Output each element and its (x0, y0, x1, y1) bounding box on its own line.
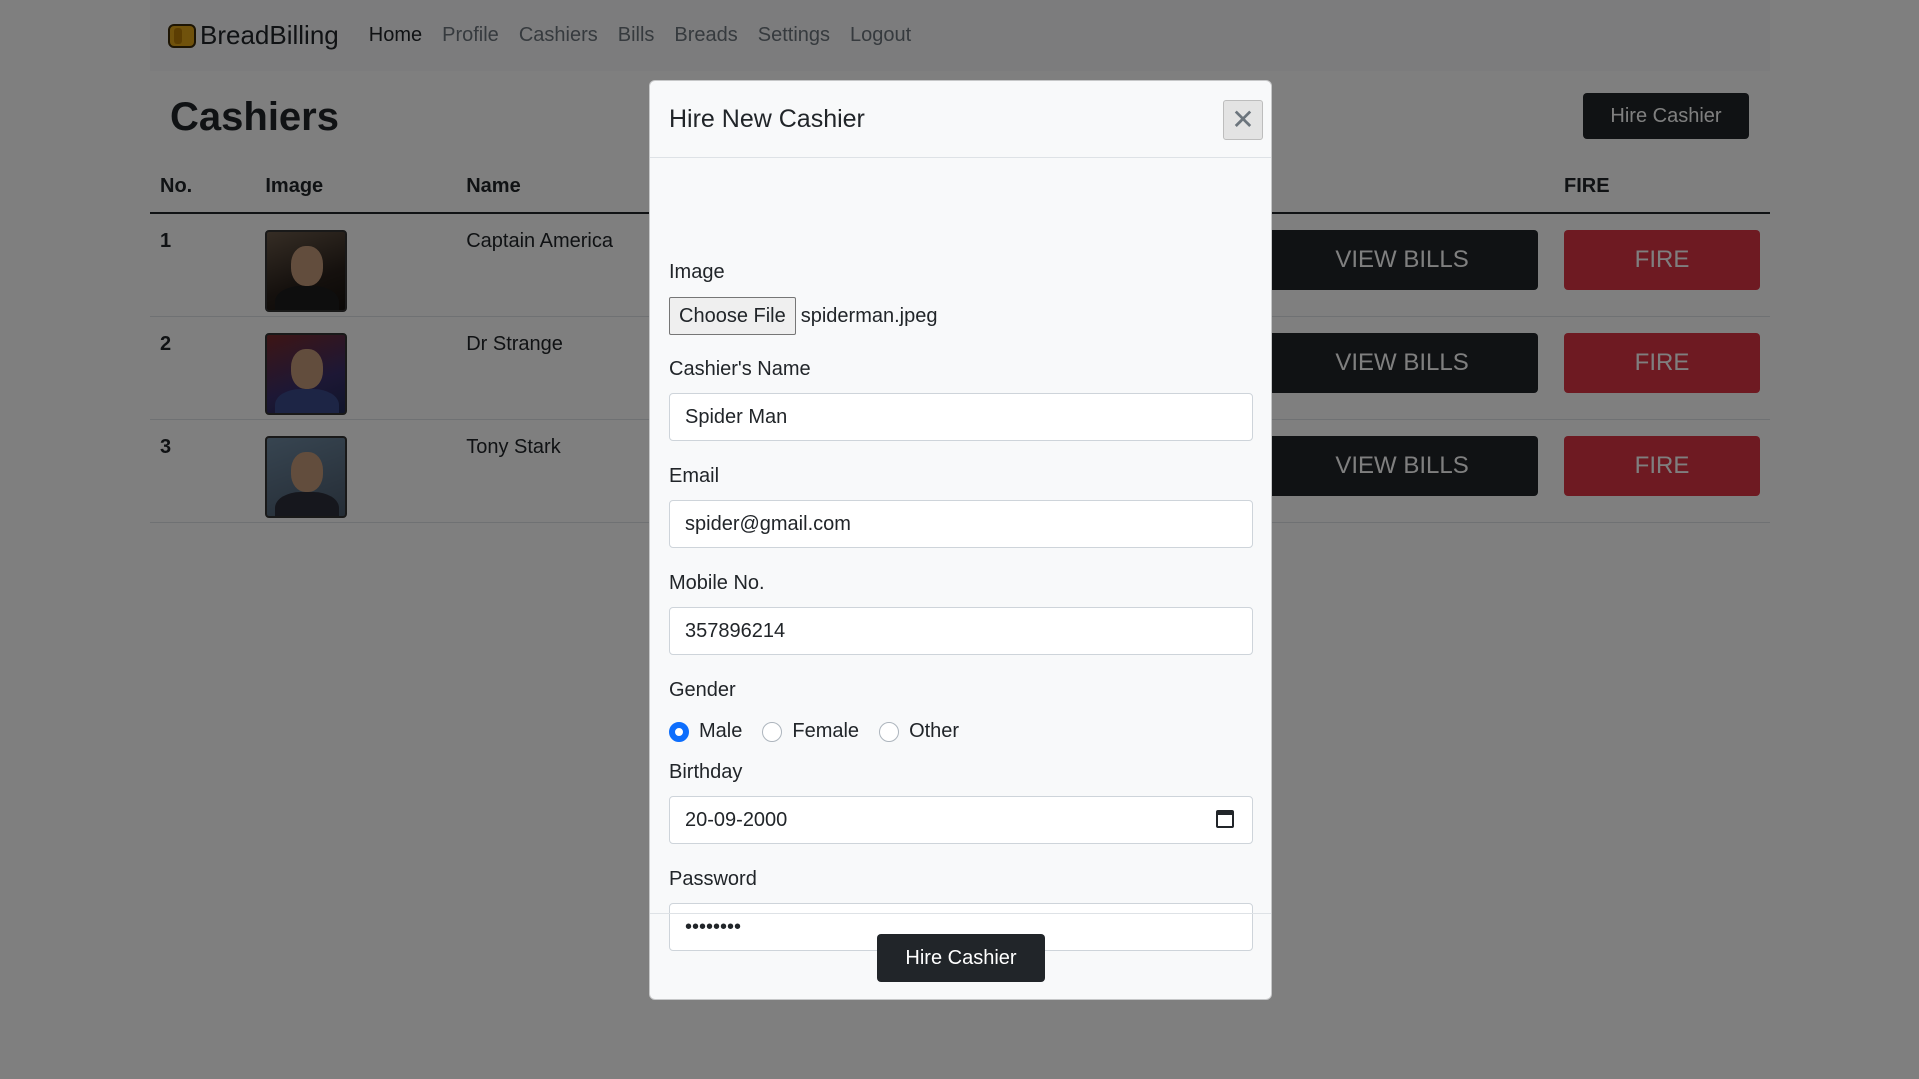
radio-icon[interactable] (762, 721, 783, 742)
email-input[interactable] (669, 500, 1253, 548)
image-label: Image (669, 261, 725, 283)
file-input: Choose File spiderman.jpeg (669, 297, 937, 335)
calendar-icon[interactable] (1216, 810, 1234, 828)
mobile-input[interactable] (669, 607, 1253, 655)
name-label: Cashier's Name (669, 358, 811, 380)
gender-other-option[interactable]: Other (879, 720, 959, 743)
modal-body: Image Choose File spiderman.jpeg Cashier… (650, 158, 1271, 951)
email-label: Email (669, 465, 720, 487)
gender-option-label: Male (699, 720, 743, 742)
password-label: Password (669, 868, 757, 890)
modal-footer: Hire Cashier (650, 913, 1271, 1000)
file-name: spiderman.jpeg (800, 304, 938, 327)
modal-title: Hire New Cashier (669, 105, 865, 133)
radio-checked-icon[interactable] (669, 721, 689, 742)
hire-cashier-submit-button[interactable]: Hire Cashier (877, 934, 1045, 982)
close-icon[interactable]: ✕ (1223, 100, 1263, 140)
radio-icon[interactable] (879, 721, 900, 742)
birthday-input[interactable] (669, 796, 1253, 844)
gender-male-option[interactable]: Male (669, 720, 742, 743)
choose-file-button[interactable]: Choose File (669, 297, 796, 335)
gender-radio-group: Male Female Other (669, 720, 979, 743)
mobile-label: Mobile No. (669, 572, 765, 594)
cashier-name-input[interactable] (669, 393, 1253, 441)
hire-cashier-modal: Hire New Cashier ✕ Image Choose File spi… (649, 80, 1272, 1000)
modal-header: Hire New Cashier ✕ (650, 81, 1271, 158)
birthday-field (669, 796, 1253, 844)
gender-female-option[interactable]: Female (762, 720, 859, 743)
gender-label: Gender (669, 679, 736, 701)
gender-option-label: Other (909, 720, 960, 742)
gender-option-label: Female (792, 720, 860, 742)
birthday-label: Birthday (669, 761, 743, 783)
